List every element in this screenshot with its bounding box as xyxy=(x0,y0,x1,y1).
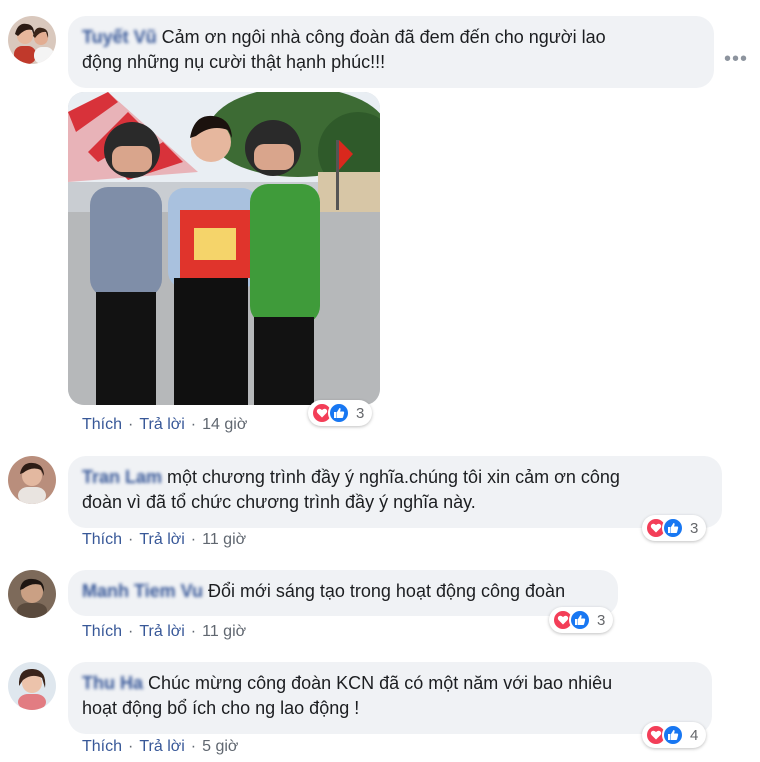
like-icon xyxy=(328,402,350,424)
comment-actions: Thích · Trả lời · 11 giờ xyxy=(82,531,246,549)
comment-timestamp[interactable]: 14 giờ xyxy=(202,416,247,433)
reply-link[interactable]: Trả lời xyxy=(139,623,184,640)
comment-text-line-1: Đổi mới sáng tạo trong hoạt động công đo… xyxy=(208,581,566,601)
comment-2: Tran Lam một chương trình đầy ý nghĩa.chú… xyxy=(8,456,728,566)
separator: · xyxy=(190,416,197,433)
separator: · xyxy=(190,738,197,755)
comment-bubble: Tuyết Vũ Cảm ơn ngôi nhà công đoàn đã đem… xyxy=(68,16,714,88)
like-icon xyxy=(569,609,591,631)
comment-timestamp[interactable]: 11 giờ xyxy=(202,531,246,548)
comment-timestamp[interactable]: 11 giờ xyxy=(202,623,246,640)
reaction-count: 4 xyxy=(690,726,699,744)
comment-bubble: Manh Tiem Vu Đổi mới sáng tạo trong hoạt … xyxy=(68,570,618,616)
like-link[interactable]: Thích xyxy=(82,416,122,433)
comment-bubble: Thu Ha Chúc mừng công đoàn KCN đã có một … xyxy=(68,662,712,734)
comment-text-line-2: động những nụ cười thật hạnh phúc!!! xyxy=(82,52,386,72)
reply-link[interactable]: Trả lời xyxy=(139,738,184,755)
reaction-summary[interactable]: 3 xyxy=(549,607,614,633)
comment-text-line-2: hoạt động bổ ích cho ng lao động ! xyxy=(82,698,360,718)
reaction-count: 3 xyxy=(597,611,606,629)
comment-author[interactable]: Thu Ha xyxy=(82,673,143,693)
reply-link[interactable]: Trả lời xyxy=(139,416,184,433)
comment-text-line-1: Cảm ơn ngôi nhà công đoàn đã đem đến cho… xyxy=(161,27,606,47)
comment-actions: Thích · Trả lời · 11 giờ xyxy=(82,623,246,641)
reply-link[interactable]: Trả lời xyxy=(139,531,184,548)
like-icon xyxy=(662,724,684,746)
like-icon xyxy=(662,517,684,539)
comment-author[interactable]: Tran Lam xyxy=(82,467,162,487)
like-link[interactable]: Thích xyxy=(82,623,122,640)
separator: · xyxy=(190,531,197,548)
comment-timestamp[interactable]: 5 giờ xyxy=(202,738,238,755)
comment-actions: Thích · Trả lời · 14 giờ xyxy=(82,416,247,434)
comment-text-line-1: một chương trình đầy ý nghĩa.chúng tôi x… xyxy=(167,467,620,487)
separator: · xyxy=(128,531,134,548)
separator: · xyxy=(128,416,134,433)
comment-author[interactable]: Manh Tiem Vu xyxy=(82,581,203,601)
comment-photo[interactable] xyxy=(68,92,380,405)
like-link[interactable]: Thích xyxy=(82,531,122,548)
avatar[interactable] xyxy=(8,570,56,618)
reaction-summary[interactable]: 3 xyxy=(308,400,373,426)
reaction-summary[interactable]: 3 xyxy=(642,515,707,541)
comment-bubble: Tran Lam một chương trình đầy ý nghĩa.chú… xyxy=(68,456,722,528)
avatar[interactable] xyxy=(8,662,56,710)
avatar[interactable] xyxy=(8,16,56,64)
comment-text-line-1: Chúc mừng công đoàn KCN đã có một năm vớ… xyxy=(148,673,613,693)
comment-author[interactable]: Tuyết Vũ xyxy=(82,27,157,47)
like-link[interactable]: Thích xyxy=(82,738,122,755)
reaction-count: 3 xyxy=(690,519,699,537)
reaction-count: 3 xyxy=(356,404,365,422)
separator: · xyxy=(128,738,134,755)
avatar[interactable] xyxy=(8,456,56,504)
reaction-summary[interactable]: 4 xyxy=(642,722,707,748)
separator: · xyxy=(190,623,197,640)
comment-text-line-2: đoàn vì đã tổ chức chương trình đầy ý ng… xyxy=(82,492,476,512)
separator: · xyxy=(128,623,134,640)
comment-actions: Thích · Trả lời · 5 giờ xyxy=(82,738,238,756)
